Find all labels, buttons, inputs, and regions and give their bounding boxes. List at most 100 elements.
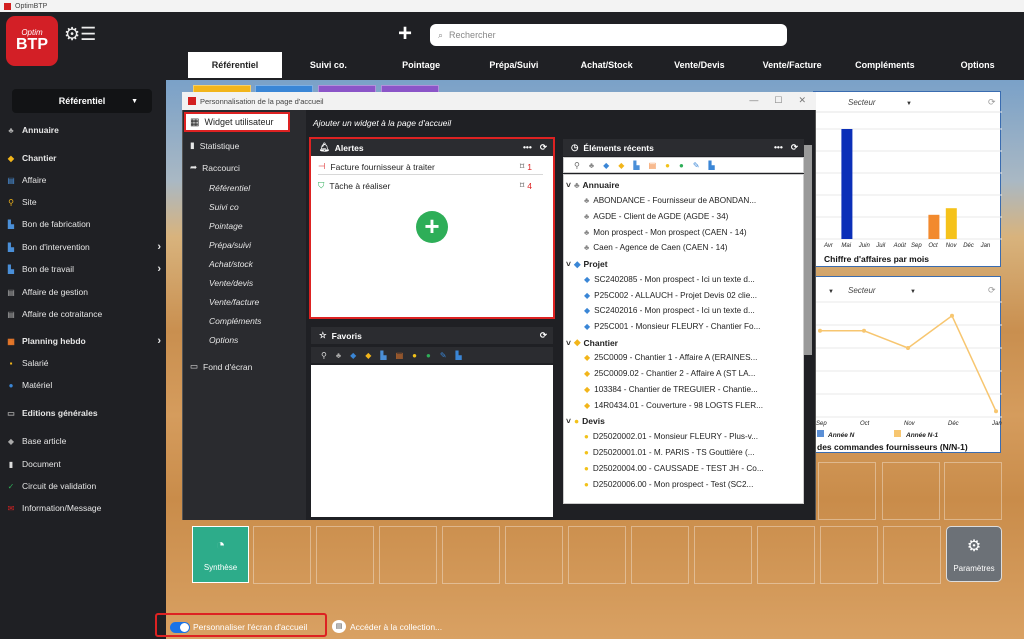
personalize-toggle[interactable] <box>170 622 190 633</box>
nav-tab-5[interactable]: Vente/Devis <box>653 52 746 78</box>
shortcut-item-7[interactable]: Compléments <box>209 316 261 326</box>
minimize-icon[interactable]: — <box>749 95 758 106</box>
module-selector[interactable]: Référentiel ▼ <box>12 89 152 113</box>
site-icon[interactable]: ◆ <box>365 351 371 360</box>
sidebar-item-3[interactable]: ⚲ Site <box>6 197 161 207</box>
nav-tab-6[interactable]: Vente/Facture <box>746 52 839 78</box>
refresh-icon[interactable]: ⟳ <box>540 142 547 153</box>
recent-group-0[interactable]: ˅ ♣ Annuaire <box>566 180 619 190</box>
nav-tab-2[interactable]: Pointage <box>375 52 468 78</box>
people-icon[interactable]: ♣ <box>589 161 594 170</box>
recent-item[interactable]: ● D25020006.00 - Mon prospect - Test (SC2… <box>584 480 800 489</box>
empty-tile[interactable] <box>442 526 500 584</box>
personalize-label[interactable]: Personnaliser l'écran d'accueil <box>193 622 307 632</box>
alert-row-tache[interactable]: ⛉ Tâche à réaliser ⌑ 4 <box>318 180 532 191</box>
chevron-down-icon[interactable]: ▼ <box>828 289 834 295</box>
recent-item[interactable]: ♣ AGDE - Client de AGDE (AGDE - 34) <box>584 212 800 221</box>
chevron-down-icon[interactable]: ▼ <box>910 289 916 295</box>
status-icon[interactable]: ● <box>679 161 684 170</box>
document-icon[interactable]: ▤ <box>396 351 404 360</box>
sidebar-item-16[interactable]: ✉ Information/Message <box>6 503 161 513</box>
recent-item[interactable]: ● D25020002.01 - Monsieur FLEURY - Plus-v… <box>584 432 800 441</box>
chart-cmd-filter[interactable]: Secteur <box>848 286 876 295</box>
tile-parametres[interactable]: ⚙ Paramètres <box>946 526 1002 582</box>
tile-synthese[interactable]: ◔ Synthèse <box>192 526 249 583</box>
empty-tile[interactable] <box>505 526 563 584</box>
nav-tab-7[interactable]: Compléments <box>839 52 932 78</box>
tab-raccourci[interactable]: ➦ Raccourci <box>190 162 240 173</box>
empty-tile[interactable] <box>944 462 1002 520</box>
shortcut-item-8[interactable]: Options <box>209 335 238 345</box>
document-icon[interactable]: ▤ <box>649 161 657 170</box>
refresh-icon[interactable]: ⟳ <box>791 142 798 153</box>
site-icon[interactable]: ◆ <box>618 161 624 170</box>
edit-icon[interactable]: ✎ <box>440 351 447 360</box>
sidebar-item-10[interactable]: ▪ Salarié <box>6 358 161 368</box>
empty-tile[interactable] <box>568 526 626 584</box>
building-icon[interactable]: ▙ <box>709 161 715 170</box>
menu-icon[interactable]: ⚙☰ <box>64 24 96 44</box>
empty-tile[interactable] <box>757 526 815 584</box>
project-icon[interactable]: ◆ <box>603 161 609 170</box>
search-input[interactable]: ⌕ Rechercher <box>430 24 787 46</box>
dialog-scrollbar[interactable] <box>804 145 812 355</box>
sidebar-item-11[interactable]: ● Matériel <box>6 380 161 390</box>
sidebar-item-15[interactable]: ✓ Circuit de validation <box>6 481 161 491</box>
sidebar-item-8[interactable]: ▤ Affaire de cotraitance <box>6 309 161 319</box>
recent-group-2[interactable]: ˅ ◆ Chantier <box>566 337 618 348</box>
shortcut-item-6[interactable]: Vente/facture <box>209 297 259 307</box>
empty-tile[interactable] <box>316 526 374 584</box>
factory-icon[interactable]: ▙ <box>380 351 386 360</box>
recent-item[interactable]: ◆ 25C0009.02 - Chantier 2 - Affaire A (ST… <box>584 369 800 378</box>
sidebar-item-0[interactable]: ♣ Annuaire <box>6 125 161 135</box>
sidebar-item-7[interactable]: ▤ Affaire de gestion <box>6 287 161 297</box>
recent-item[interactable]: ◆ SC2402016 - Mon prospect - Ici un texte… <box>584 306 800 315</box>
empty-tile[interactable] <box>631 526 689 584</box>
coin-icon[interactable]: ● <box>665 161 670 170</box>
tab-widget-utilisateur[interactable]: ▦ Widget utilisateur <box>184 112 290 132</box>
sidebar-item-13[interactable]: ◆ Base article <box>6 436 161 446</box>
refresh-icon[interactable]: ⟳ <box>988 285 996 295</box>
refresh-icon[interactable]: ⟳ <box>988 97 996 107</box>
shortcut-item-0[interactable]: Référentiel <box>209 183 250 193</box>
coin-icon[interactable]: ● <box>412 351 417 360</box>
empty-tile[interactable] <box>883 526 941 584</box>
shortcut-item-4[interactable]: Achat/stock <box>209 259 253 269</box>
recent-group-1[interactable]: ˅ ◆ Projet <box>566 259 608 270</box>
recent-item[interactable]: ♣ ABONDANCE - Fournisseur de ABONDAN... <box>584 196 800 205</box>
empty-tile[interactable] <box>253 526 311 584</box>
shortcut-item-2[interactable]: Pointage <box>209 221 243 231</box>
recent-item[interactable]: ◆ 14R0434.01 - Couverture - 98 LOGTS FLER… <box>584 401 800 410</box>
more-icon[interactable]: ••• <box>774 142 783 153</box>
more-icon[interactable]: ••• <box>523 142 532 153</box>
sidebar-item-1[interactable]: ◆ Chantier <box>6 153 161 163</box>
chart-ca-filter[interactable]: Secteur <box>848 98 876 107</box>
optimbtp-logo[interactable]: Optim BTP <box>6 16 58 66</box>
close-icon[interactable]: ✕ <box>798 95 806 106</box>
sidebar-item-6[interactable]: ▙ Bon de travail › <box>6 263 161 275</box>
add-button[interactable]: + <box>398 22 412 46</box>
project-icon[interactable]: ◆ <box>350 351 356 360</box>
status-icon[interactable]: ● <box>426 351 431 360</box>
shortcut-item-1[interactable]: Suivi co <box>209 202 239 212</box>
empty-tile[interactable] <box>820 526 878 584</box>
empty-tile[interactable] <box>694 526 752 584</box>
nav-tab-1[interactable]: Suivi co. <box>282 52 375 78</box>
recent-item[interactable]: ♣ Caen - Agence de Caen (CAEN - 14) <box>584 243 800 252</box>
tab-statistique[interactable]: ▮ Statistique <box>190 140 239 151</box>
nav-tab-4[interactable]: Achat/Stock <box>560 52 653 78</box>
recent-group-3[interactable]: ˅ ● Devis <box>566 416 605 426</box>
empty-tile[interactable] <box>379 526 437 584</box>
edit-icon[interactable]: ✎ <box>693 161 700 170</box>
alert-row-facture[interactable]: ⊣ Facture fournisseur à traiter ⌑ 1 <box>318 161 532 172</box>
tab-fond-ecran[interactable]: ▭ Fond d'écran <box>190 361 252 372</box>
people-icon[interactable]: ♣ <box>336 351 341 360</box>
recent-item[interactable]: ◆ SC2402085 - Mon prospect - Ici un texte… <box>584 275 800 284</box>
pin-icon[interactable]: ⚲ <box>321 351 327 360</box>
recent-item[interactable]: ◆ P25C001 - Monsieur FLEURY - Chantier Fo… <box>584 322 800 331</box>
empty-tile[interactable] <box>818 462 876 520</box>
sidebar-item-4[interactable]: ▙ Bon de fabrication <box>6 219 161 229</box>
shortcut-item-3[interactable]: Prépa/suivi <box>209 240 251 250</box>
factory-icon[interactable]: ▙ <box>633 161 639 170</box>
shortcut-item-5[interactable]: Vente/devis <box>209 278 253 288</box>
